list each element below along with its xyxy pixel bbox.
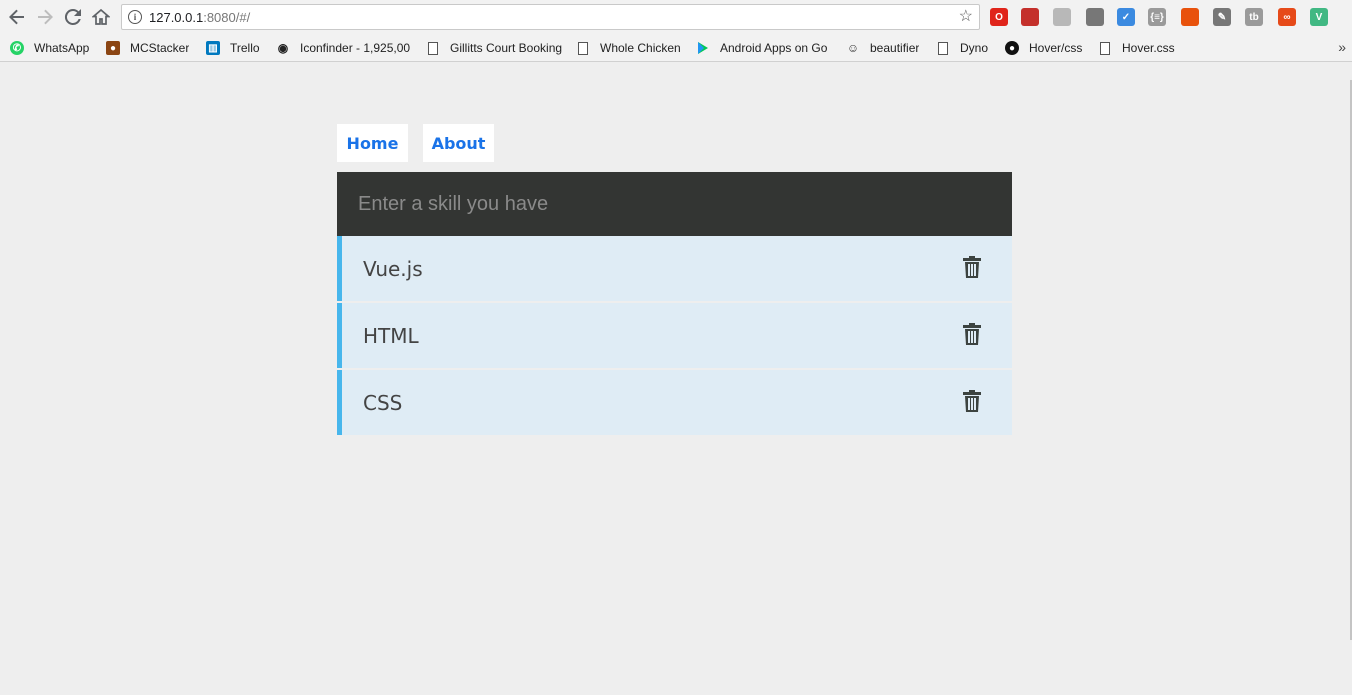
site-info-icon[interactable]: i (128, 10, 142, 24)
page-icon (428, 41, 438, 55)
bookmark-gillitts[interactable]: Gillitts Court Booking (426, 39, 564, 57)
forward-arrow-icon[interactable] (34, 6, 56, 28)
settings-ext-icon[interactable] (1086, 8, 1104, 26)
opera-icon[interactable]: O (990, 8, 1008, 26)
play-store-icon (696, 41, 710, 55)
skill-item: HTML (337, 303, 1012, 368)
nav-home-link[interactable]: Home (337, 124, 408, 162)
skill-input[interactable] (337, 172, 1012, 236)
bookmark-star-icon[interactable]: ☆ (959, 8, 973, 26)
bookmark-whatsapp[interactable]: ✆ WhatsApp (10, 39, 89, 57)
skill-item: Vue.js (337, 236, 1012, 301)
trash-icon[interactable] (962, 256, 982, 278)
skill-name: CSS (363, 390, 403, 415)
page-icon (1100, 41, 1110, 55)
browser-toolbar: i 127.0.0.1:8080/#/ ☆ O ✓ {≡} ✎ tb ∞ V (0, 0, 1352, 34)
tb-ext-icon[interactable]: tb (1245, 8, 1263, 26)
adblock-icon[interactable] (1021, 8, 1039, 26)
url-text[interactable]: 127.0.0.1:8080/#/ (149, 10, 250, 25)
page-icon (578, 41, 588, 55)
vue-devtools-icon[interactable]: V (1310, 8, 1328, 26)
check-ext-icon[interactable]: ✓ (1117, 8, 1135, 26)
bookmark-iconfinder[interactable]: ◉ Iconfinder - 1,925,00 (276, 39, 412, 57)
json-ext-icon[interactable]: {≡} (1148, 8, 1166, 26)
home-icon[interactable] (90, 6, 112, 28)
trash-icon[interactable] (962, 390, 982, 412)
bookmark-hover-css[interactable]: Hover.css (1098, 39, 1175, 57)
github-icon: ● (1005, 41, 1019, 55)
trash-icon[interactable] (962, 323, 982, 345)
bookmark-beautifier[interactable]: ☺ beautifier (846, 39, 920, 57)
reload-icon[interactable] (62, 6, 84, 28)
back-arrow-icon[interactable] (6, 6, 28, 28)
beautifier-icon: ☺ (846, 41, 860, 55)
app-nav: Home About (337, 124, 494, 162)
off-ext-icon[interactable] (1181, 8, 1199, 26)
skill-name: Vue.js (363, 256, 423, 281)
skill-item: CSS (337, 370, 1012, 435)
infinity-ext-icon[interactable]: ∞ (1278, 8, 1296, 26)
whatsapp-icon: ✆ (10, 41, 24, 55)
pen-ext-icon[interactable]: ✎ (1213, 8, 1231, 26)
bookmark-mcstacker[interactable]: ● MCStacker (106, 39, 189, 57)
bookmarks-bar: ✆ WhatsApp ● MCStacker ▥ Trello ◉ Iconfi… (0, 34, 1352, 62)
skills-list: Vue.js HTML CSS (337, 236, 1012, 437)
bookmark-trello[interactable]: ▥ Trello (206, 39, 260, 57)
iconfinder-icon: ◉ (277, 41, 289, 55)
nav-about-link[interactable]: About (423, 124, 494, 162)
address-bar[interactable]: i 127.0.0.1:8080/#/ ☆ (121, 4, 980, 30)
bookmark-whole-chicken[interactable]: Whole Chicken (576, 39, 681, 57)
bookmark-hover-css-github[interactable]: ● Hover/css (1005, 39, 1082, 57)
skill-name: HTML (363, 323, 419, 348)
page-icon (938, 41, 948, 55)
mcstacker-icon: ● (106, 41, 120, 55)
pdf-icon[interactable] (1053, 8, 1071, 26)
bookmark-dyno[interactable]: Dyno (936, 39, 988, 57)
trello-icon: ▥ (206, 41, 220, 55)
bookmark-android-apps[interactable]: Android Apps on Go (696, 39, 832, 57)
more-bookmarks-icon[interactable]: » (1338, 39, 1346, 55)
